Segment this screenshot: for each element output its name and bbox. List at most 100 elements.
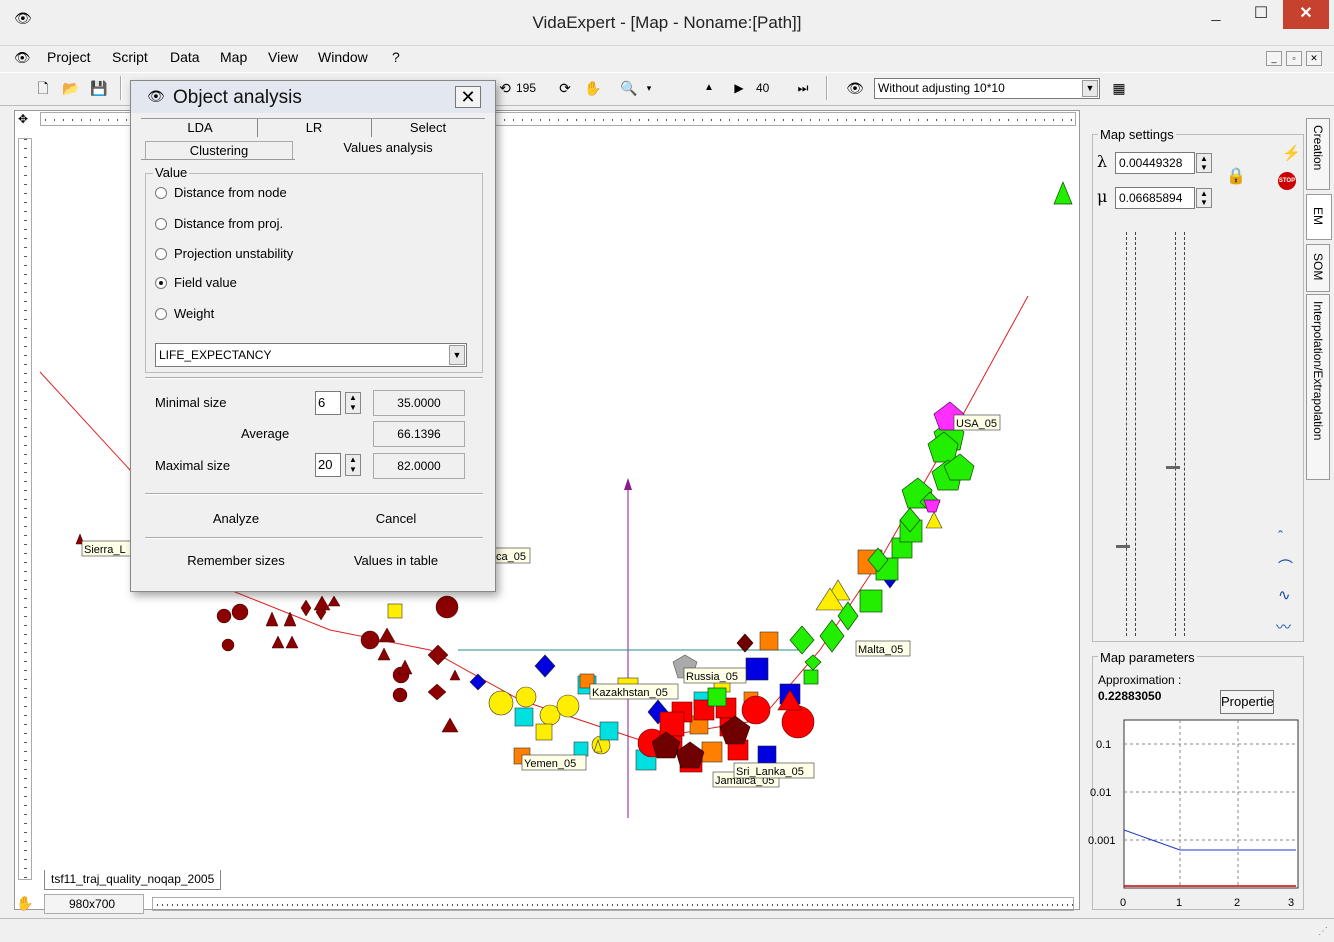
graph-plot-area [1123,719,1299,889]
lambda-input[interactable]: 0.00449328 [1115,152,1195,174]
menu-script[interactable]: Script [112,49,148,65]
x-tick: 1 [1176,897,1182,909]
field-select-value: LIFE_EXPECTANCY [159,348,272,362]
properties-button[interactable]: Propertie [1220,690,1274,714]
radio-label: Field value [174,275,237,290]
value-group-label: Value [153,165,190,180]
divider [145,493,483,495]
dialog-title: Object analysis [173,87,302,108]
radio-circle [155,308,167,320]
menu-project[interactable]: Project [47,49,91,65]
hand-pan-icon[interactable]: ✋ [584,79,602,97]
x-tick: 0 [1120,897,1126,909]
mdi-close-button[interactable]: ✕ [1306,51,1322,66]
tab-em[interactable]: EM [1306,194,1332,240]
radio-distance-from-node[interactable]: Distance from node [155,185,287,200]
radio-label: Weight [174,306,215,321]
maximal-size-input[interactable]: 20 [315,453,341,477]
close-window-button[interactable]: ✕ [1283,0,1329,29]
bottom-ruler-scrollbar[interactable] [152,897,1074,911]
save-icon[interactable]: 💾 [90,79,108,97]
menu-view[interactable]: View [268,49,298,65]
tab-som[interactable]: SOM [1306,244,1330,292]
toolbar-separator [120,76,122,100]
lock-icon[interactable]: 🔒 [1226,166,1246,186]
adjusting-select[interactable]: Without adjusting 10*10 ▼ [874,78,1100,99]
minimal-value: 35.0000 [373,390,465,416]
stop-icon[interactable]: STOP [1278,172,1296,190]
zoom-dropdown-icon[interactable]: ▾ [640,79,658,97]
title-bar: 👁 VidaExpert - [Map - Noname:[Path]] _ ☐… [0,0,1334,46]
label-sri-lanka: Sri_Lanka_05 [736,766,804,778]
maximize-button[interactable]: ☐ [1239,0,1283,29]
tab-lr[interactable]: LR [259,119,369,137]
radio-field-value[interactable]: Field value [155,275,237,290]
lambda-symbol: λ [1097,152,1108,171]
tab-clustering[interactable]: Clustering [145,141,293,159]
radio-weight[interactable]: Weight [155,306,214,321]
map-document-tab[interactable]: tsf11_traj_quality_noqap_2005 [44,870,222,890]
eye-view-icon[interactable]: 👁 [846,79,864,97]
lambda-slider-thumb[interactable] [1116,545,1130,548]
tab-select[interactable]: Select [373,119,483,137]
maximal-size-spinner[interactable]: ▲ ▼ [345,454,361,476]
toolbar-separator [826,76,828,100]
tab-lda[interactable]: LDA [145,119,255,137]
mdi-restore-button[interactable]: ▫ [1286,51,1302,66]
mu-slider[interactable] [1175,232,1185,636]
zoom-icon[interactable]: 🔍 [620,79,638,97]
remember-sizes-button[interactable]: Remember sizes [171,553,301,568]
tab-creation[interactable]: Creation [1306,118,1330,190]
step-end-icon[interactable]: ⏭ [794,79,812,97]
play-icon[interactable]: ▶ [730,79,748,97]
menu-help[interactable]: ? [392,49,400,65]
step-value[interactable]: 40 [756,81,769,95]
orange-points [513,549,883,765]
curve-small-icon[interactable]: ˆ [1278,528,1283,545]
mu-slider-thumb[interactable] [1166,466,1180,469]
new-file-icon[interactable]: 🗋 [34,79,52,97]
dialog-eye-icon: 👁 [147,88,165,104]
menu-data[interactable]: Data [170,49,200,65]
lightning-icon[interactable]: ⚡ [1282,144,1301,162]
mu-spinner[interactable]: ▲ ▼ [1196,188,1212,208]
tab-creation-label: Creation [1311,125,1325,171]
refresh-icon[interactable]: ⟳ [556,79,574,97]
curve-arc-icon[interactable]: ⌒ [1278,556,1293,577]
radio-distance-from-proj[interactable]: Distance from proj. [155,216,283,231]
radio-projection-unstability[interactable]: Projection unstability [155,246,293,261]
cancel-button[interactable]: Cancel [331,511,461,526]
map-size-label: 980x700 [44,894,144,914]
open-folder-icon[interactable]: 📂 [62,79,80,97]
minimize-button[interactable]: _ [1194,0,1238,29]
curve-noise-icon[interactable]: 〰 [1276,616,1291,637]
menu-window[interactable]: Window [318,49,368,65]
left-ruler-scrollbar[interactable] [18,138,32,880]
minimal-size-spinner[interactable]: ▲ ▼ [345,392,361,414]
minimal-size-input[interactable]: 6 [315,391,341,415]
counter-icon[interactable]: ⟲ [496,79,514,97]
mu-input[interactable]: 0.06685894 [1115,187,1195,209]
tab-interpolation[interactable]: Interpolation/Extrapolation [1306,294,1330,480]
divider [145,537,483,539]
lambda-spinner[interactable]: ▲ ▼ [1196,153,1212,173]
menu-map[interactable]: Map [220,49,247,65]
lambda-slider[interactable] [1126,232,1136,636]
auto-icon[interactable]: ▦ [1110,79,1128,97]
field-select[interactable]: LIFE_EXPECTANCY ▼ [155,343,467,367]
dialog-close-button[interactable]: ✕ [455,86,481,108]
move-icon[interactable]: ✥ [18,112,28,126]
document-eye-icon: 👁 [14,50,31,65]
tab-values-analysis[interactable]: Values analysis [295,139,481,157]
values-in-table-button[interactable]: Values in table [331,553,461,568]
mdi-minimize-button[interactable]: _ [1266,51,1282,66]
resize-grip-icon[interactable]: ⋰ [1318,926,1328,937]
radio-circle [155,218,167,230]
map-settings-group [1092,134,1304,642]
step-up-icon[interactable]: ▲ [700,79,718,97]
average-value: 66.1396 [373,421,465,447]
hand-icon[interactable]: ✋ [16,895,33,912]
analyze-button[interactable]: Analyze [171,511,301,526]
minimal-size-label: Minimal size [155,395,227,410]
curve-wave-icon[interactable]: ∿ [1278,586,1291,604]
